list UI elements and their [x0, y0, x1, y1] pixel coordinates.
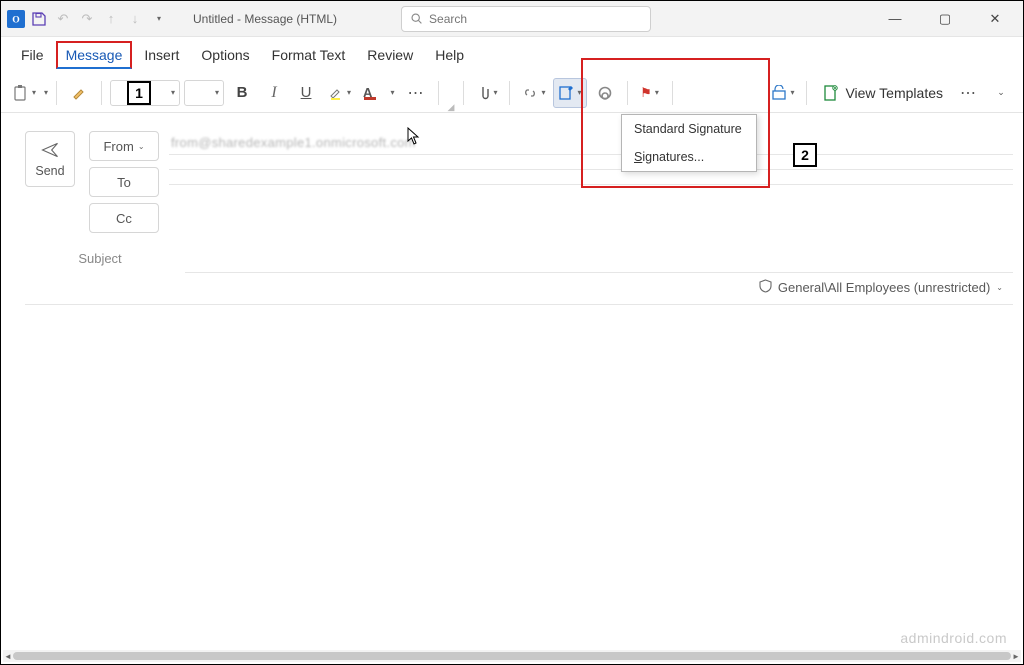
scroll-left-arrow[interactable]: ◄ [3, 650, 13, 662]
separator [463, 81, 464, 105]
font-color-button[interactable]: A ▾ [359, 78, 398, 108]
send-button[interactable]: Send [25, 131, 75, 187]
qat-customize-icon[interactable]: ▾ [149, 9, 169, 29]
signature-button[interactable]: ▾ [553, 78, 586, 108]
follow-up-flag-button[interactable]: ⚑▾ [636, 78, 664, 108]
italic-button[interactable]: I [260, 78, 288, 108]
search-icon [410, 12, 423, 25]
ribbon-overflow-button[interactable]: ⋯ [955, 78, 983, 108]
view-templates-button[interactable]: View Templates [815, 78, 951, 108]
horizontal-scrollbar[interactable]: ◄ ► [3, 650, 1021, 662]
redo-icon[interactable]: ↷ [77, 9, 97, 29]
ribbon-collapse-button[interactable]: ⌄ [987, 78, 1015, 108]
from-label: From [103, 139, 133, 154]
scroll-right-arrow[interactable]: ► [1011, 650, 1021, 662]
bold-button[interactable]: B [228, 78, 256, 108]
separator [806, 81, 807, 105]
link-button[interactable]: ▾ [518, 78, 549, 108]
paste-button[interactable]: ▾ [9, 78, 40, 108]
search-input[interactable] [429, 12, 642, 26]
to-button[interactable]: To [89, 167, 159, 197]
tab-message[interactable]: Message [56, 41, 133, 69]
close-button[interactable]: ✕ [977, 5, 1013, 33]
window-title: Untitled - Message (HTML) [193, 12, 337, 26]
cc-button[interactable]: Cc [89, 203, 159, 233]
title-bar: O ↶ ↷ ↑ ↓ ▾ Untitled - Message (HTML) — … [1, 1, 1023, 37]
down-arrow-icon[interactable]: ↓ [125, 9, 145, 29]
send-label: Send [35, 164, 64, 178]
tab-review[interactable]: Review [357, 41, 423, 69]
from-field[interactable]: from@sharedexample1.onmicrosoft.com [169, 131, 1013, 155]
cc-label: Cc [116, 211, 132, 226]
svg-text:O: O [12, 14, 19, 25]
tab-insert[interactable]: Insert [134, 41, 189, 69]
chevron-down-icon: ⌄ [996, 283, 1003, 292]
separator [627, 81, 628, 105]
text-highlight-button[interactable]: ▾ [324, 78, 355, 108]
scroll-thumb[interactable] [13, 652, 1011, 660]
more-formatting-button[interactable]: ⋯ [402, 78, 430, 108]
cc-field[interactable] [169, 176, 1013, 185]
sensitivity-button[interactable]: ▾ [767, 78, 798, 108]
ribbon-toolbar: ▾ ▾ ▾ ▾ B I U ▾ A ▾ ⋯ ◢ ▾ ▾ ▾ ⚑▾ [1, 73, 1023, 113]
classification-label: General\All Employees (unrestricted) [778, 280, 990, 295]
outlook-app-icon: O [7, 10, 25, 28]
font-name-select[interactable]: ▾ [110, 80, 180, 106]
undo-icon[interactable]: ↶ [53, 9, 73, 29]
maximize-button[interactable]: ▢ [927, 5, 963, 33]
shield-icon [759, 279, 772, 296]
search-box[interactable] [401, 6, 651, 32]
tab-file[interactable]: File [11, 41, 54, 69]
clipboard-chevron[interactable]: ▾ [44, 88, 48, 97]
minimize-button[interactable]: — [877, 5, 913, 33]
to-field[interactable] [169, 161, 1013, 170]
signature-dropdown-menu: Standard Signature SSignatures...ignatur… [621, 114, 757, 172]
from-button[interactable]: From ⌄ [89, 131, 159, 161]
separator [438, 81, 439, 105]
subject-field[interactable] [185, 243, 1013, 273]
subject-label: Subject [25, 251, 175, 266]
separator [672, 81, 673, 105]
font-size-select[interactable]: ▾ [184, 80, 224, 106]
window-controls: — ▢ ✕ [877, 5, 1017, 33]
tab-options[interactable]: Options [191, 41, 259, 69]
menu-item-standard-signature[interactable]: Standard Signature [622, 115, 756, 143]
save-icon[interactable] [29, 9, 49, 29]
to-label: To [117, 175, 131, 190]
view-templates-label: View Templates [845, 85, 943, 101]
separator [101, 81, 102, 105]
tab-help[interactable]: Help [425, 41, 474, 69]
separator [509, 81, 510, 105]
dialog-launcher-icon[interactable]: ◢ [447, 102, 455, 110]
watermark-text: admindroid.com [900, 630, 1007, 646]
loop-button[interactable] [591, 78, 619, 108]
from-value: from@sharedexample1.onmicrosoft.com [171, 135, 416, 150]
up-arrow-icon[interactable]: ↑ [101, 9, 121, 29]
classification-selector[interactable]: General\All Employees (unrestricted) ⌄ [759, 279, 1013, 296]
separator [56, 81, 57, 105]
chevron-down-icon: ⌄ [138, 142, 145, 151]
compose-area: Send From ⌄ To Cc from@sharedexample1.on… [1, 113, 1023, 305]
format-painter-button[interactable] [65, 78, 93, 108]
underline-button[interactable]: U [292, 78, 320, 108]
ribbon-tabs: File Message Insert Options Format Text … [1, 37, 1023, 73]
attach-file-button[interactable]: ▾ [472, 78, 501, 108]
tab-format-text[interactable]: Format Text [262, 41, 356, 69]
menu-item-signatures[interactable]: SSignatures...ignatures... [622, 143, 756, 171]
